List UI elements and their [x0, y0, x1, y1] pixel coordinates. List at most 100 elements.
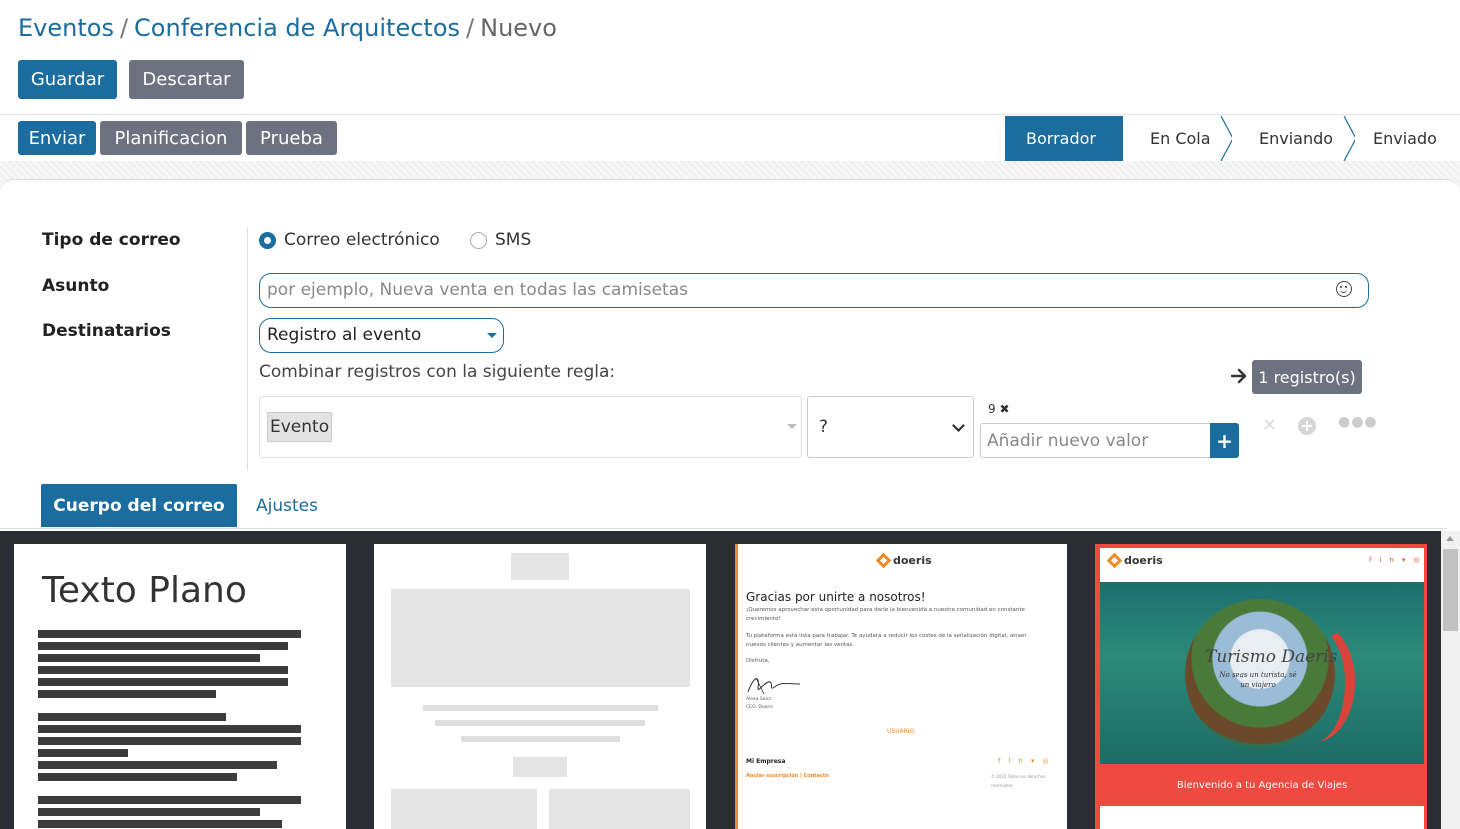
recipients-select[interactable]: Registro al evento: [259, 318, 504, 353]
rule-field-selector[interactable]: Evento: [259, 396, 802, 458]
placeholder-column: [391, 789, 537, 829]
facebook-icon[interactable]: f: [998, 757, 1008, 765]
hero-subtitle: No seas un turista, sé un viajero: [1219, 671, 1297, 689]
add-value-button[interactable]: +: [1210, 423, 1239, 458]
accent-border: [735, 544, 738, 829]
welcome-banner: Bienvenido a tu Agencia de Viajes: [1100, 764, 1424, 806]
mail-type-label: Tipo de correo: [42, 230, 181, 250]
facebook-icon[interactable]: f: [1369, 556, 1379, 564]
placeholder-button: [513, 757, 567, 777]
text-line: [38, 690, 216, 698]
twitter-icon[interactable]: ▾: [1031, 757, 1043, 765]
welcome-paragraph: ¡Queremos aprovechar esta oportunidad pa…: [746, 607, 1025, 622]
breadcrumb-conferencia[interactable]: Conferencia de Arquitectos: [134, 14, 460, 42]
breadcrumb-eventos[interactable]: Eventos: [18, 14, 114, 42]
instagram-icon[interactable]: ◎: [1042, 757, 1056, 765]
add-rule-icon[interactable]: +: [1298, 417, 1316, 435]
stage-borrador[interactable]: Borrador: [1005, 116, 1135, 161]
unsubscribe-link[interactable]: Anular suscripción: [746, 773, 798, 779]
welcome-paragraph: Tu plataforma está lista para trabajar. …: [746, 633, 1027, 648]
radio-sms[interactable]: [470, 232, 487, 249]
send-button[interactable]: Enviar: [18, 121, 96, 155]
gallery-scrollbar[interactable]: [1441, 531, 1460, 829]
rule-operator-select[interactable]: ?: [807, 396, 974, 458]
stage-enviado[interactable]: Enviado: [1355, 116, 1460, 161]
template-travel[interactable]: doeris fin▾◎ Turismo Daeris No seas un t…: [1095, 544, 1427, 829]
delete-rule-icon[interactable]: ✕: [1262, 415, 1277, 436]
text-line: [38, 666, 288, 674]
linkedin-icon[interactable]: in: [1008, 757, 1030, 765]
text-line: [38, 737, 301, 745]
hero-image: Turismo Daeris No seas un turista, sé un…: [1100, 582, 1424, 764]
placeholder-image: [391, 589, 690, 687]
caret-down-icon: [787, 424, 797, 429]
save-button[interactable]: Guardar: [18, 60, 117, 99]
brand-logo: doeris: [875, 552, 932, 569]
tab-mail-body[interactable]: Cuerpo del correo: [41, 484, 237, 527]
text-line: [38, 642, 288, 650]
label-divider: [247, 228, 248, 470]
footer-links: Anular suscripción | Contacto: [746, 773, 829, 779]
template-welcome[interactable]: doeris Gracias por unirte a nosotros! ¡Q…: [735, 544, 1067, 829]
text-line: [38, 654, 260, 662]
text-line: [38, 796, 301, 804]
social-icons: fin▾◎: [998, 757, 1056, 765]
stage-label: Borrador: [1026, 129, 1096, 148]
template-gallery: Texto Plano doeris Gracias por unirte a …: [0, 531, 1441, 829]
tab-settings[interactable]: Ajustes: [256, 496, 318, 516]
operator-value: ?: [819, 417, 829, 437]
text-line: [38, 773, 237, 781]
placeholder-column: [549, 789, 690, 829]
welcome-heading: Gracias por unirte a nosotros!: [746, 590, 926, 604]
discard-button[interactable]: Descartar: [129, 60, 244, 99]
text-line: [38, 630, 301, 638]
brand-diamond-icon: [875, 552, 892, 569]
placeholder-text: [461, 736, 620, 742]
smiley-icon[interactable]: [1336, 281, 1352, 297]
contact-link[interactable]: Contacto: [804, 773, 829, 779]
subject-label: Asunto: [42, 276, 110, 296]
remove-values-icon[interactable]: ✖: [999, 402, 1009, 416]
linkedin-icon[interactable]: in: [1379, 556, 1401, 564]
text-line: [38, 749, 128, 757]
rule-value-input[interactable]: Añadir nuevo valor: [980, 423, 1210, 458]
stage-en-cola[interactable]: En Cola: [1123, 116, 1234, 161]
text-line: [38, 678, 288, 686]
breadcrumb: Eventos / Conferencia de Arquitectos / Nuevo: [18, 12, 557, 44]
stage-enviando[interactable]: Enviando: [1232, 116, 1357, 161]
subject-input[interactable]: por ejemplo, Nueva venta en todas las ca…: [259, 273, 1369, 308]
value-count: 9: [988, 402, 996, 416]
value-placeholder: Añadir nuevo valor: [987, 431, 1149, 451]
template-basic-layout[interactable]: [374, 544, 706, 829]
radio-email[interactable]: [259, 232, 276, 249]
value-count-badge[interactable]: 9 ✖: [988, 402, 1010, 416]
text-line: [38, 725, 301, 733]
test-button[interactable]: Prueba: [246, 121, 337, 155]
scroll-up-icon[interactable]: [1446, 536, 1454, 541]
accent-border-left: [1095, 544, 1100, 829]
more-options-icon[interactable]: ●●●: [1338, 414, 1378, 430]
sign-off: Disfruta,: [746, 658, 770, 664]
brand-logo: doeris: [1106, 552, 1163, 569]
schedule-button[interactable]: Planificacion: [100, 121, 242, 155]
placeholder-text: [423, 705, 658, 711]
social-icons: fin▾◎: [1369, 556, 1427, 564]
field-tag: Evento: [267, 412, 333, 442]
records-count-button[interactable]: 1 registro(s): [1252, 360, 1362, 394]
template-title: Texto Plano: [42, 570, 247, 611]
breadcrumb-separator: /: [119, 14, 129, 42]
status-bar: Borrador En Cola Enviando Enviado: [1005, 116, 1460, 161]
recipients-label: Destinatarios: [42, 321, 171, 341]
stage-label: Enviando: [1259, 129, 1334, 148]
twitter-icon[interactable]: ▾: [1402, 556, 1414, 564]
stage-label: Enviado: [1373, 129, 1437, 148]
caret-down-icon: [487, 333, 497, 338]
radio-sms-label[interactable]: SMS: [495, 230, 531, 250]
template-plain-text[interactable]: Texto Plano: [14, 544, 346, 829]
scroll-thumb[interactable]: [1443, 549, 1458, 631]
placeholder-logo: [511, 553, 569, 580]
breadcrumb-separator: /: [466, 14, 475, 42]
subject-placeholder: por ejemplo, Nueva venta en todas las ca…: [267, 280, 688, 300]
radio-email-label[interactable]: Correo electrónico: [284, 230, 440, 250]
tab-divider: [0, 528, 1447, 529]
